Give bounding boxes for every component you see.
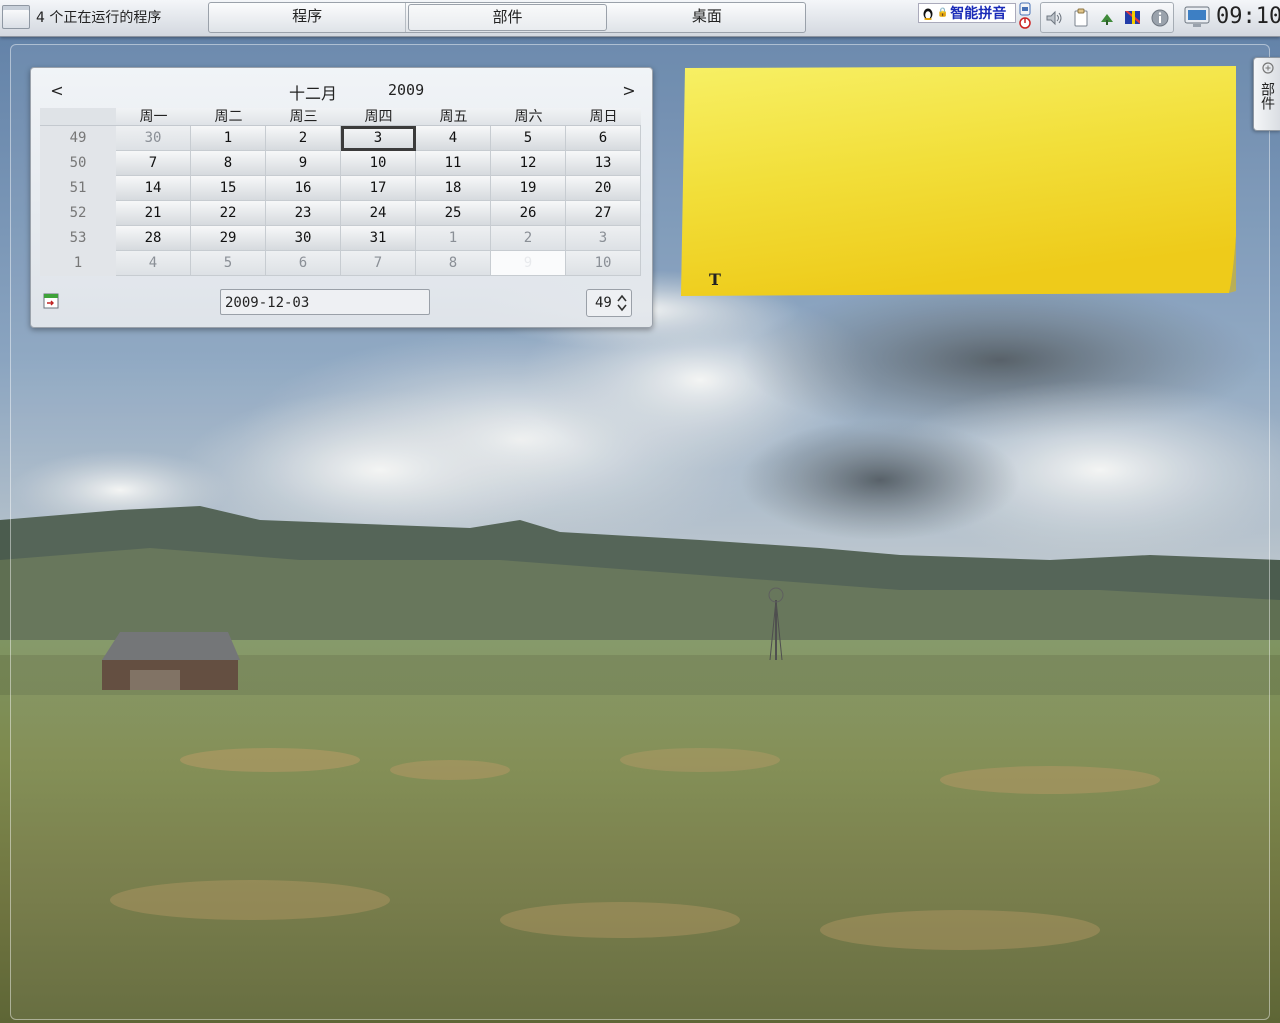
calendar-day[interactable]: 12	[491, 151, 566, 176]
weekday-header: 周一	[116, 108, 191, 126]
network-icon[interactable]	[1097, 8, 1117, 28]
calendar-day[interactable]: 23	[266, 201, 341, 226]
calendar-day[interactable]: 24	[341, 201, 416, 226]
week-number: 52	[40, 201, 116, 226]
calendar-day[interactable]: 1	[416, 226, 491, 251]
widgets-side-tab[interactable]: 部件	[1253, 57, 1280, 131]
calendar-day[interactable]: 10	[341, 151, 416, 176]
calendar-day[interactable]: 6	[266, 251, 341, 276]
calendar-day[interactable]: 30	[116, 126, 191, 151]
tab-programs[interactable]: 程序	[209, 3, 407, 32]
clock[interactable]: 09:10	[1216, 2, 1280, 32]
calendar-day[interactable]: 13	[566, 151, 641, 176]
calendar-day[interactable]: 4	[416, 126, 491, 151]
week-number-spinbox[interactable]: 49	[586, 289, 632, 317]
tab-desktop[interactable]: 桌面	[609, 3, 805, 32]
calendar-day[interactable]: 2	[266, 126, 341, 151]
calendar-day[interactable]: 5	[491, 126, 566, 151]
week-number: 53	[40, 226, 116, 251]
calendar-day[interactable]: 8	[416, 251, 491, 276]
calendar-day[interactable]: 9	[266, 151, 341, 176]
week-number: 1	[40, 251, 116, 276]
tab-widgets[interactable]: 部件	[408, 4, 607, 31]
calendar-widget: < 十二月 2009 > 周一 周二 周三 周四 周五 周六 周日 49 30 …	[30, 67, 653, 328]
lock-icon: 🔒	[937, 8, 949, 18]
date-input[interactable]: 2009-12-03	[220, 289, 430, 315]
week-number-header	[40, 108, 116, 126]
calendar-day[interactable]: 4	[116, 251, 191, 276]
week-number: 50	[40, 151, 116, 176]
calendar-day[interactable]: 31	[341, 226, 416, 251]
calendar-day[interactable]: 8	[191, 151, 266, 176]
running-apps-label: 4 个正在运行的程序	[36, 10, 162, 26]
calendar-day[interactable]: 16	[266, 176, 341, 201]
top-panel: 4 个正在运行的程序 程序 部件 桌面 🔒 智能拼音 09:10	[0, 0, 1280, 37]
calendar-grid: 周一 周二 周三 周四 周五 周六 周日 49 30 1 2 3 4 5 6 5…	[40, 108, 641, 276]
calendar-day[interactable]: 10	[566, 251, 641, 276]
calendar-day[interactable]: 26	[491, 201, 566, 226]
calendar-day[interactable]: 25	[416, 201, 491, 226]
calendar-day[interactable]: 9	[491, 251, 566, 276]
calendar-day[interactable]: 22	[191, 201, 266, 226]
ime-controls-icon[interactable]	[1018, 2, 1032, 32]
weekday-header: 周二	[191, 108, 266, 126]
clipboard-icon[interactable]	[1071, 8, 1091, 28]
calendar-day[interactable]: 15	[191, 176, 266, 201]
info-icon[interactable]	[1150, 8, 1170, 28]
calendar-day[interactable]: 3	[566, 226, 641, 251]
calendar-day-selected[interactable]: 3	[341, 126, 416, 151]
calendar-day[interactable]: 21	[116, 201, 191, 226]
running-apps-button[interactable]: 4 个正在运行的程序	[2, 2, 202, 32]
calendar-day[interactable]: 28	[116, 226, 191, 251]
input-method-indicator[interactable]: 🔒 智能拼音	[918, 3, 1016, 23]
weekday-header: 周三	[266, 108, 341, 126]
text-tool-icon[interactable]: T	[709, 270, 721, 289]
calendar-day[interactable]: 29	[191, 226, 266, 251]
calendar-day[interactable]: 17	[341, 176, 416, 201]
calendar-year[interactable]: 2009	[388, 81, 424, 99]
calendar-day[interactable]: 11	[416, 151, 491, 176]
calendar-day[interactable]: 14	[116, 176, 191, 201]
ime-label: 智能拼音	[950, 6, 1007, 22]
sticky-note-widget[interactable]	[681, 66, 1241, 298]
calendar-day[interactable]: 20	[566, 176, 641, 201]
calendar-event-icon[interactable]	[43, 293, 59, 309]
panel-tabs: 程序 部件 桌面	[208, 2, 806, 33]
calendar-day[interactable]: 27	[566, 201, 641, 226]
week-spin-value: 49	[595, 295, 612, 311]
previous-month-button[interactable]: <	[49, 81, 65, 100]
week-number: 51	[40, 176, 116, 201]
next-month-button[interactable]: >	[621, 81, 637, 100]
penguin-icon	[923, 8, 933, 20]
calendar-day[interactable]: 7	[116, 151, 191, 176]
display-settings-icon[interactable]	[1184, 5, 1210, 29]
weekday-header: 周六	[491, 108, 566, 126]
calendar-day[interactable]: 6	[566, 126, 641, 151]
weekday-header: 周日	[566, 108, 641, 126]
calendar-day[interactable]: 5	[191, 251, 266, 276]
calendar-month[interactable]: 十二月	[289, 80, 337, 104]
spin-arrows-icon[interactable]	[617, 293, 627, 313]
calendar-day[interactable]: 1	[191, 126, 266, 151]
weekday-header: 周五	[416, 108, 491, 126]
week-number: 49	[40, 126, 116, 151]
grip-icon	[1262, 62, 1274, 74]
calendar-day[interactable]: 19	[491, 176, 566, 201]
widgets-tab-label: 部件	[1259, 82, 1275, 110]
calendar-day[interactable]: 30	[266, 226, 341, 251]
volume-icon[interactable]	[1044, 8, 1064, 28]
window-icon	[2, 5, 30, 29]
system-tray	[1040, 2, 1174, 33]
weekday-header: 周四	[341, 108, 416, 126]
calendar-day[interactable]: 7	[341, 251, 416, 276]
calendar-day[interactable]: 2	[491, 226, 566, 251]
flag-icon[interactable]	[1123, 8, 1143, 28]
calendar-day[interactable]: 18	[416, 176, 491, 201]
